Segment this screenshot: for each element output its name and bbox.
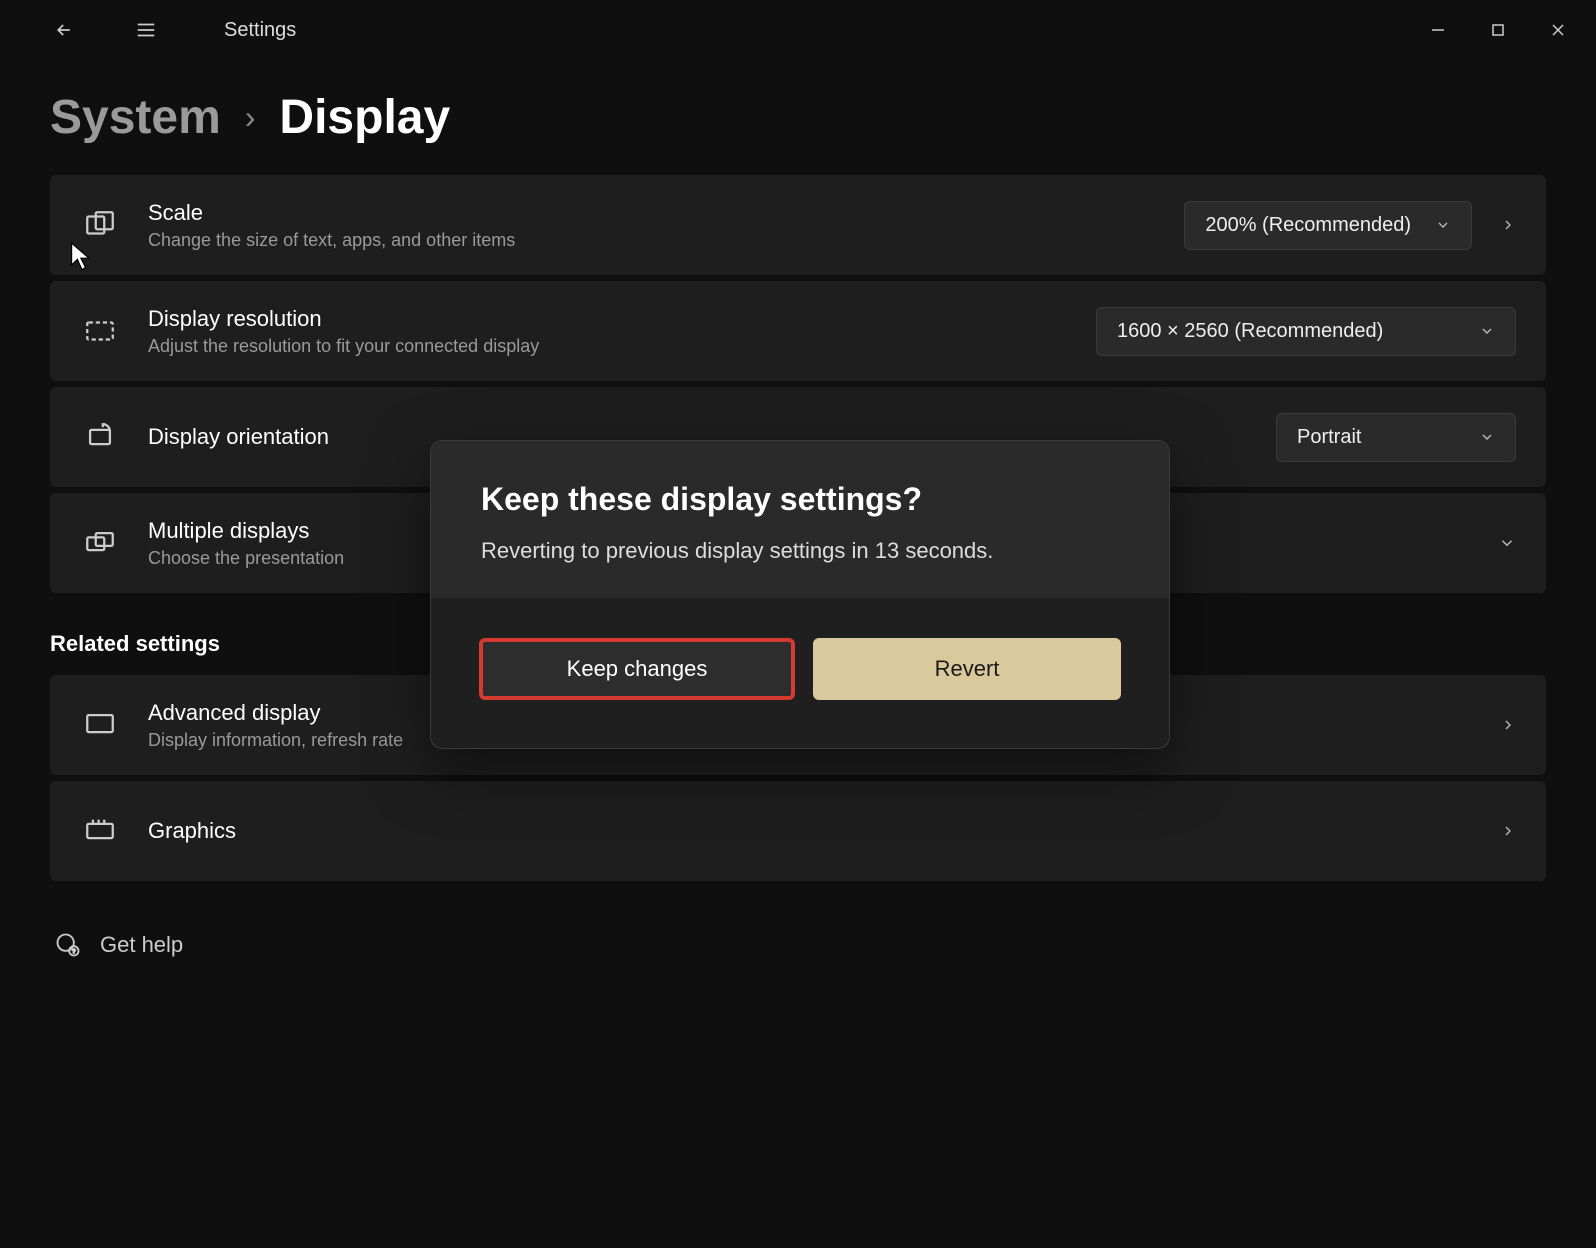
breadcrumb: System › Display: [50, 90, 1546, 145]
chevron-down-icon: [1479, 323, 1495, 339]
get-help-link[interactable]: ? Get help: [50, 911, 1546, 959]
maximize-button[interactable]: [1468, 5, 1528, 55]
get-help-label: Get help: [100, 932, 183, 958]
scale-row[interactable]: Scale Change the size of text, apps, and…: [50, 175, 1546, 275]
app-title: Settings: [224, 19, 296, 42]
resolution-dropdown[interactable]: 1600 × 2560 (Recommended): [1096, 307, 1516, 356]
keep-changes-label: Keep changes: [567, 656, 708, 682]
chevron-right-icon: [1500, 823, 1516, 839]
orientation-dropdown[interactable]: Portrait: [1276, 413, 1516, 462]
scale-desc: Change the size of text, apps, and other…: [148, 230, 1156, 251]
scale-value: 200% (Recommended): [1205, 214, 1411, 237]
keep-changes-button[interactable]: Keep changes: [479, 638, 795, 700]
resolution-title: Display resolution: [148, 306, 1068, 332]
titlebar: Settings: [0, 0, 1596, 60]
revert-button[interactable]: Revert: [813, 638, 1121, 700]
scale-icon: [80, 205, 120, 245]
dialog-title: Keep these display settings?: [481, 481, 1119, 518]
revert-label: Revert: [935, 656, 1000, 682]
orientation-icon: [80, 417, 120, 457]
chevron-down-icon: [1479, 429, 1495, 445]
multiple-displays-icon: [80, 523, 120, 563]
resolution-value: 1600 × 2560 (Recommended): [1117, 320, 1383, 343]
scale-dropdown[interactable]: 200% (Recommended): [1184, 201, 1472, 250]
close-button[interactable]: [1528, 5, 1588, 55]
chevron-right-icon: [1500, 717, 1516, 733]
graphics-row[interactable]: Graphics: [50, 781, 1546, 881]
resolution-row[interactable]: Display resolution Adjust the resolution…: [50, 281, 1546, 381]
help-icon: ?: [54, 931, 82, 959]
breadcrumb-parent[interactable]: System: [50, 90, 221, 145]
chevron-right-icon: [1500, 217, 1516, 233]
minimize-button[interactable]: [1408, 5, 1468, 55]
resolution-desc: Adjust the resolution to fit your connec…: [148, 336, 1068, 357]
monitor-icon: [80, 705, 120, 745]
back-button[interactable]: [34, 5, 94, 55]
orientation-value: Portrait: [1297, 426, 1361, 449]
chevron-down-icon: [1498, 534, 1516, 552]
chevron-down-icon: [1435, 217, 1451, 233]
page-title: Display: [279, 90, 450, 145]
scale-title: Scale: [148, 200, 1156, 226]
dialog-message: Reverting to previous display settings i…: [481, 538, 1119, 564]
chevron-right-icon: ›: [245, 99, 256, 136]
resolution-icon: [80, 311, 120, 351]
menu-button[interactable]: [116, 5, 176, 55]
confirm-dialog: Keep these display settings? Reverting t…: [430, 440, 1170, 749]
graphics-icon: [80, 811, 120, 851]
graphics-title: Graphics: [148, 818, 1472, 844]
